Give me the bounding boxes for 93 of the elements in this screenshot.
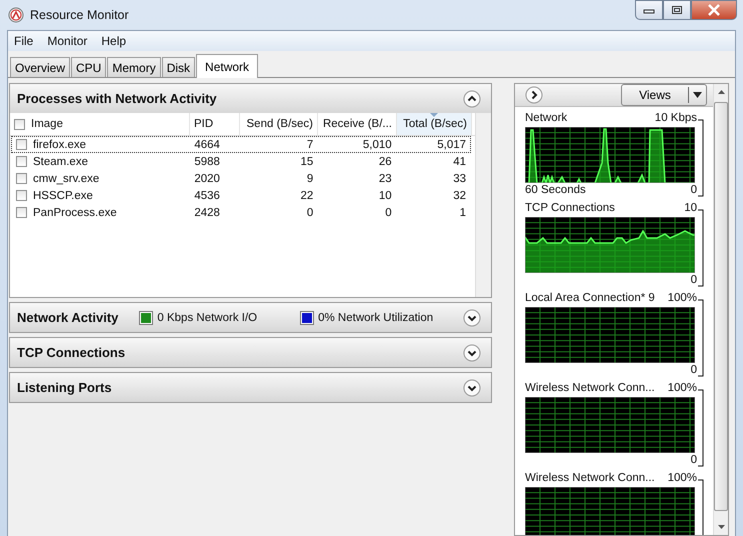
graph-max-label: 100%: [668, 471, 697, 485]
maximize-button[interactable]: [663, 0, 691, 20]
section-header[interactable]: Listening Ports: [9, 372, 492, 403]
table-cell: 2020: [194, 172, 220, 184]
section-title: TCP Connections: [17, 345, 126, 360]
close-button[interactable]: [691, 0, 737, 20]
menu-item[interactable]: File: [14, 34, 34, 48]
close-icon: [707, 4, 721, 16]
section-header[interactable]: Processes with Network Activity: [10, 84, 491, 113]
table-row[interactable]: Steam.exe 5988 15 26 41: [11, 153, 471, 170]
table-cell: Steam.exe: [33, 156, 88, 168]
scroll-up-icon[interactable]: [718, 90, 724, 94]
section-header[interactable]: TCP Connections: [9, 337, 492, 368]
tab[interactable]: Disk: [162, 57, 196, 77]
chevron-icon[interactable]: [463, 344, 481, 362]
graph-title: Network: [525, 111, 568, 125]
table-cell: 4664: [194, 138, 220, 150]
legend-label: 0 Kbps Network I/O: [157, 312, 258, 324]
graph-min-label: 0: [690, 273, 697, 287]
graph-title: Wireless Network Conn...: [525, 471, 655, 485]
section-title: Processes with Network Activity: [17, 91, 217, 106]
chevron-icon[interactable]: [463, 308, 481, 326]
graph-min-label: 0: [690, 183, 697, 197]
gauge-icon: [8, 7, 24, 23]
table-cell: 5,010: [362, 138, 392, 150]
column-header[interactable]: PID: [190, 113, 240, 135]
table-cell: 23: [378, 172, 392, 184]
graph-max-label: 100%: [668, 381, 697, 395]
sort-arrow-icon: [430, 113, 438, 117]
section-header[interactable]: Network Activity 0 Kbps Network I/O 0% Network Utilization: [9, 302, 492, 333]
graph-min-label: 0: [690, 453, 697, 467]
table-cell: 15: [300, 156, 314, 168]
section-title: Listening Ports: [17, 380, 112, 395]
table-row[interactable]: HSSCP.exe 4536 22 10 32: [11, 187, 471, 204]
chevron-icon[interactable]: [463, 90, 481, 108]
graph-time-label: 60 Seconds: [525, 183, 586, 197]
table-cell: 41: [453, 156, 466, 168]
menu-item[interactable]: Help: [101, 34, 126, 48]
column-header[interactable]: Total (B/sec): [397, 113, 472, 135]
graph-title: Local Area Connection* 9: [525, 291, 655, 305]
table-row[interactable]: firefox.exe 4664 7 5,010 5,017: [11, 136, 471, 153]
graph-title: TCP Connections: [525, 201, 615, 215]
table-cell: cmw_srv.exe: [33, 172, 100, 184]
scale-bracket: [698, 479, 706, 535]
tab[interactable]: Overview: [10, 57, 70, 77]
table-cell: 33: [453, 172, 466, 184]
graph-max-label: 10 Kbps: [654, 111, 697, 125]
column-header[interactable]: Image: [10, 113, 190, 135]
legend-label: 0% Network Utilization: [318, 312, 434, 324]
table-cell: 26: [378, 156, 392, 168]
table-cell: 2428: [194, 206, 220, 218]
expand-pane-icon[interactable]: [525, 86, 543, 104]
checkbox[interactable]: [16, 190, 27, 201]
table-row[interactable]: cmw_srv.exe 2020 9 23 33: [11, 170, 471, 187]
checkbox[interactable]: [16, 156, 27, 167]
table-cell: 10: [378, 190, 392, 202]
table-cell: 4536: [194, 190, 220, 202]
table-cell: 5988: [194, 156, 220, 168]
chevron-icon[interactable]: [463, 378, 481, 396]
checkbox[interactable]: [16, 173, 27, 184]
graph-title: Wireless Network Conn...: [525, 381, 655, 395]
table-row[interactable]: PanProcess.exe 2428 0 0 1: [11, 204, 471, 221]
column-header[interactable]: Send (B/sec): [240, 113, 318, 135]
scrollbar[interactable]: [475, 113, 491, 297]
checkbox[interactable]: [16, 139, 27, 150]
table-cell: 1: [460, 206, 466, 218]
menu-item[interactable]: Monitor: [47, 34, 88, 48]
table-cell: 5,017: [437, 138, 466, 150]
restore-icon: [671, 5, 683, 15]
checkbox[interactable]: [16, 207, 27, 218]
graph-min-label: 0: [690, 363, 697, 377]
table-cell: 22: [300, 190, 314, 202]
dropdown-arrow-icon: [693, 92, 702, 98]
table-cell: firefox.exe: [33, 138, 86, 150]
tab[interactable]: Memory: [107, 57, 161, 77]
table-cell: PanProcess.exe: [33, 206, 117, 218]
table-cell: 0: [385, 206, 392, 218]
table-cell: 9: [306, 172, 314, 184]
window-title: Resource Monitor: [30, 8, 129, 22]
tab[interactable]: Network: [196, 54, 258, 78]
tab[interactable]: CPU: [71, 57, 106, 77]
scroll-down-icon[interactable]: [718, 525, 724, 529]
checkbox[interactable]: [14, 118, 25, 130]
table-cell: 32: [453, 190, 466, 202]
minimize-button[interactable]: [635, 0, 663, 20]
scrollbar[interactable]: [713, 84, 728, 535]
table-cell: 7: [306, 138, 314, 150]
graph-max-label: 100%: [668, 291, 697, 305]
section-title: Network Activity: [17, 310, 118, 325]
graph-max-label: 10: [684, 201, 697, 215]
table-cell: HSSCP.exe: [33, 190, 93, 202]
views-dropdown[interactable]: Views: [621, 84, 707, 106]
table-cell: 0: [306, 206, 314, 218]
